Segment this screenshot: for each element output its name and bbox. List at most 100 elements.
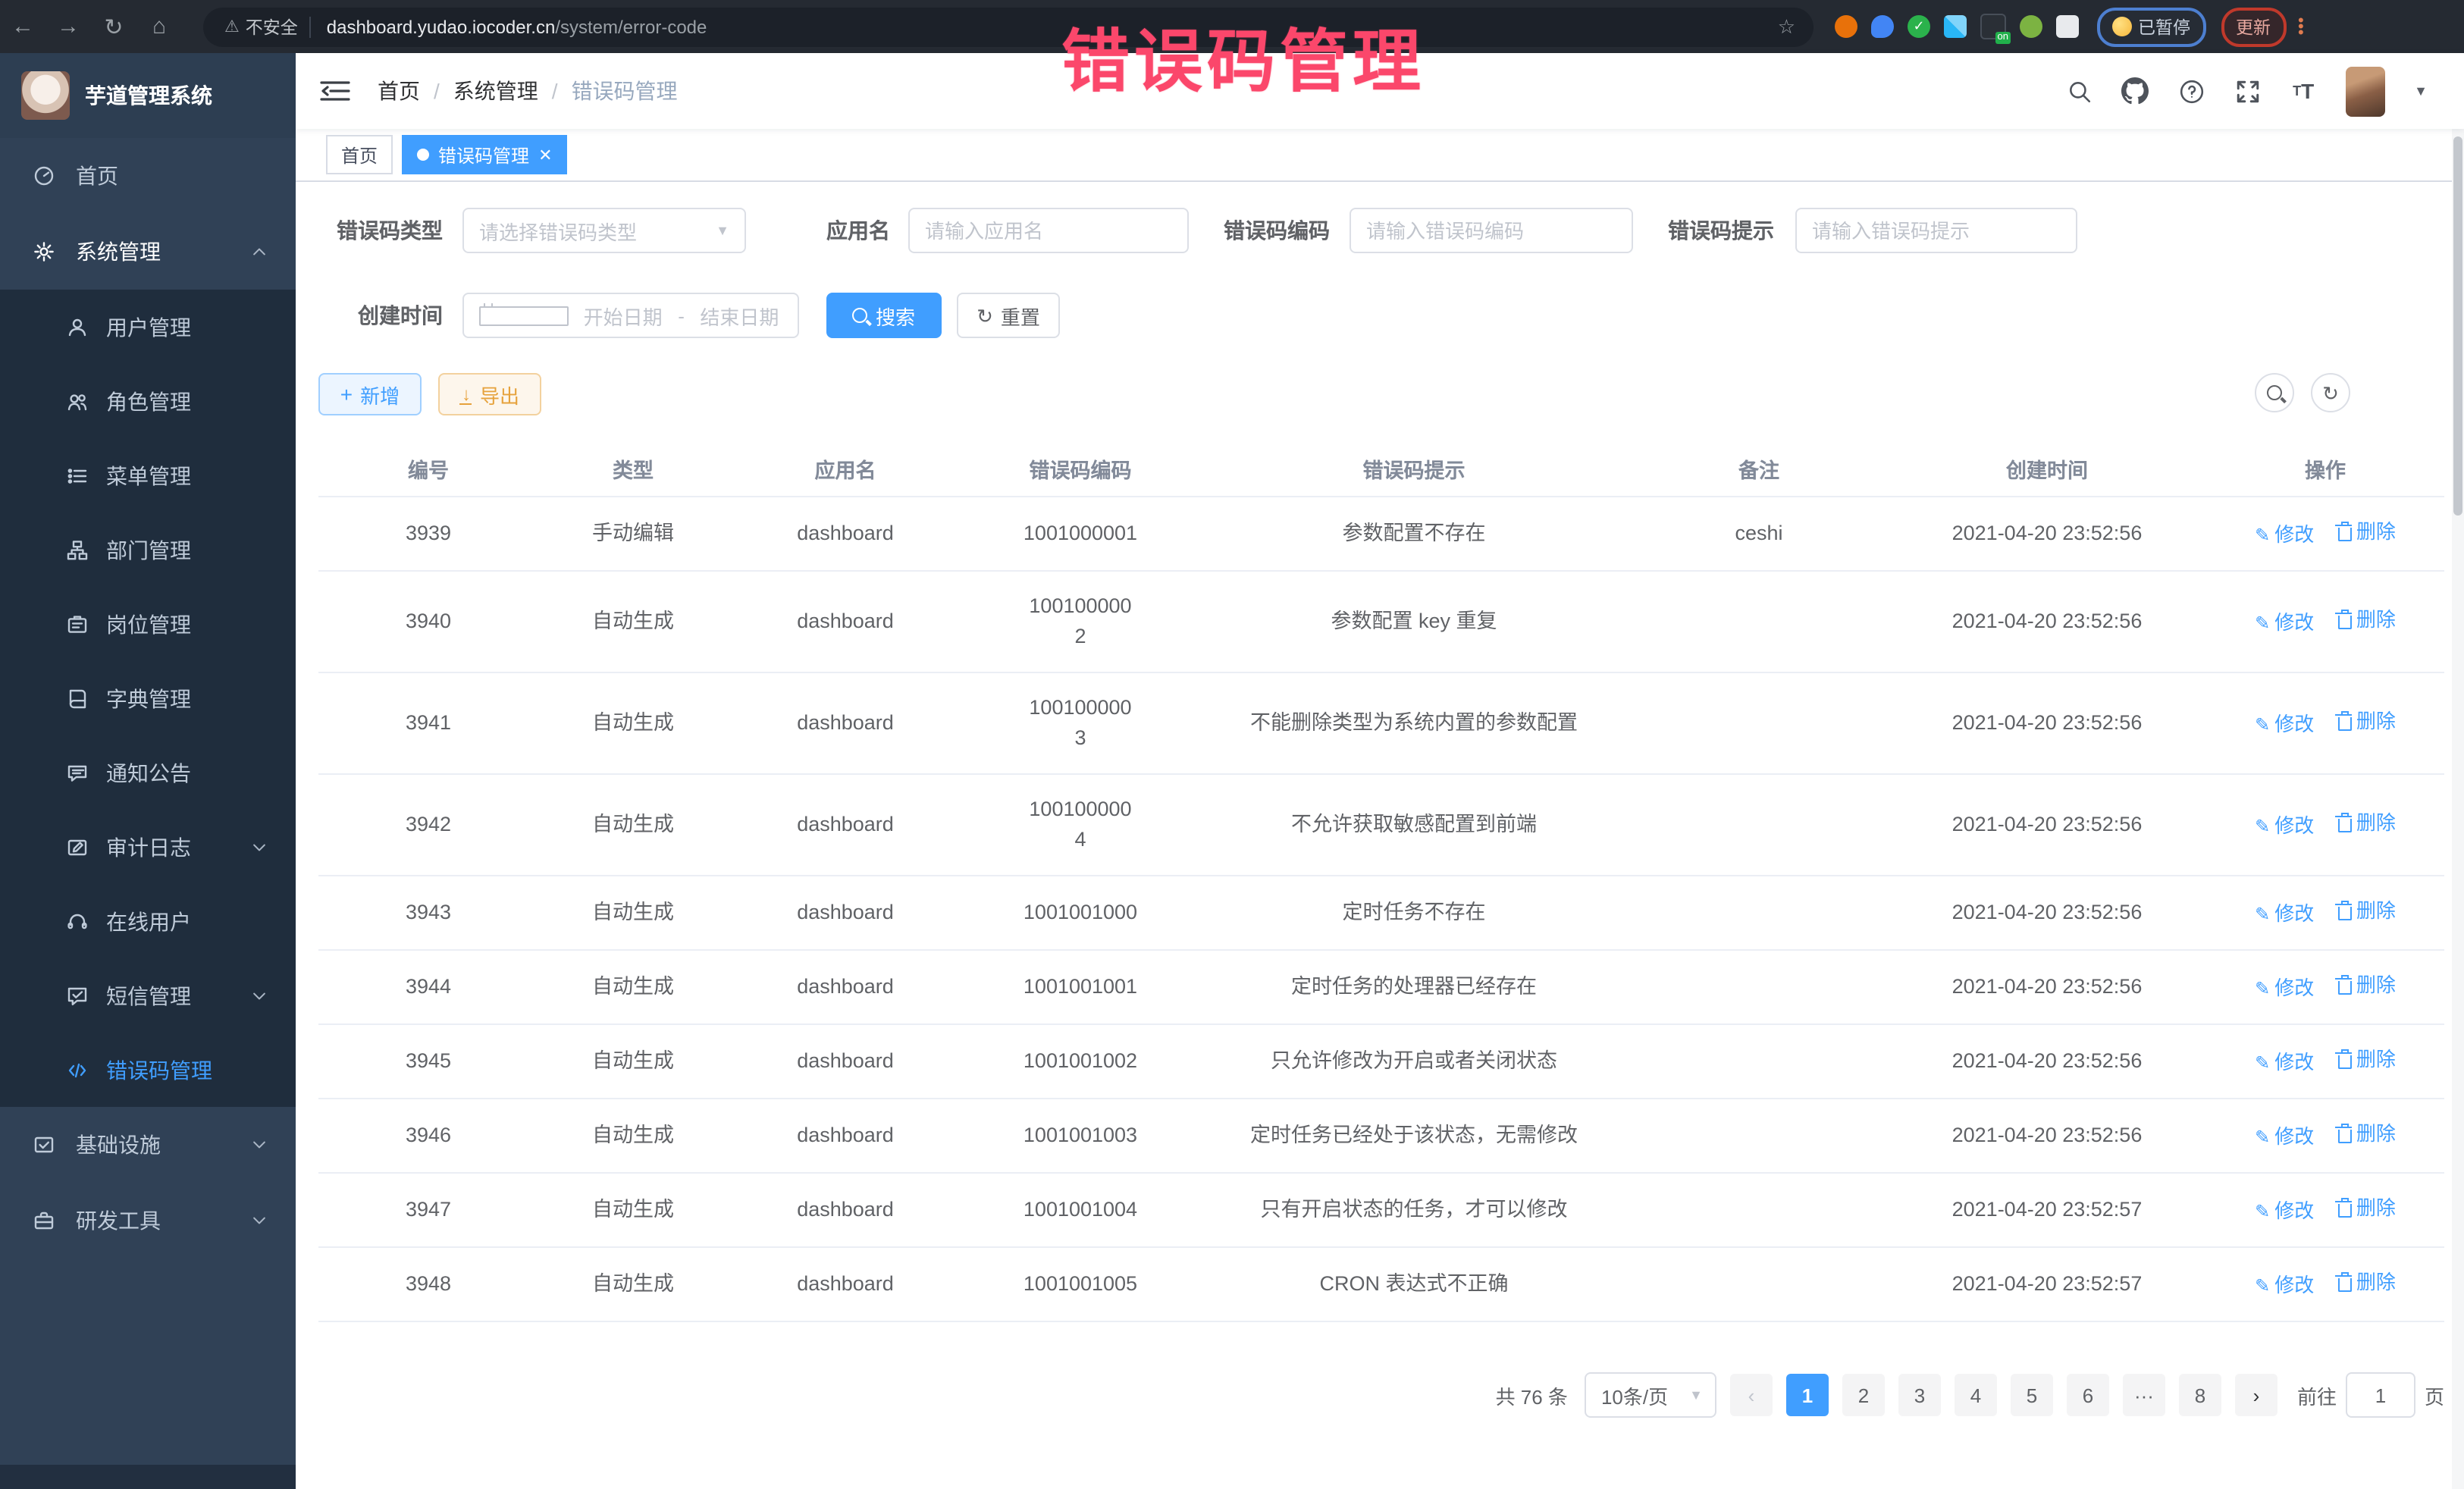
sidebar-item-error-code[interactable]: 错误码管理 — [0, 1033, 296, 1107]
update-button[interactable]: 更新 — [2221, 7, 2286, 46]
extension-icon-green-check[interactable]: ✓ — [1908, 15, 1930, 38]
page-button-3[interactable]: 3 — [1898, 1374, 1941, 1416]
start-date-placeholder[interactable]: 开始日期 — [580, 301, 666, 330]
edit-link[interactable]: ✎修改 — [2255, 710, 2314, 740]
trash-icon — [2338, 907, 2352, 920]
extension-icon-blue-drop[interactable] — [1871, 15, 1894, 38]
extension-icon-blue-grid[interactable] — [1944, 15, 1967, 38]
page-size-select[interactable]: 10条/页 ▼ — [1585, 1372, 1716, 1418]
delete-link[interactable]: 删除 — [2338, 896, 2396, 926]
page-button-4[interactable]: 4 — [1955, 1374, 1997, 1416]
browser-back-icon[interactable]: ← — [0, 14, 45, 39]
collapse-sidebar-icon[interactable] — [320, 79, 350, 103]
error-type-select[interactable]: 请选择错误码类型 ▼ — [462, 208, 746, 253]
create-time-range-picker[interactable]: 开始日期 - 结束日期 — [462, 293, 799, 338]
sidebar-item-notices[interactable]: 通知公告 — [0, 735, 296, 810]
edit-link[interactable]: ✎修改 — [2255, 973, 2314, 1004]
edit-link[interactable]: ✎修改 — [2255, 1048, 2314, 1078]
delete-link[interactable]: 删除 — [2338, 808, 2396, 839]
edit-link[interactable]: ✎修改 — [2255, 608, 2314, 638]
reset-button[interactable]: ↻ 重置 — [957, 293, 1060, 338]
address-bar[interactable]: ⚠ 不安全 dashboard.yudao.iocoder.cn /system… — [203, 7, 1814, 46]
edit-link[interactable]: ✎修改 — [2255, 1196, 2314, 1227]
export-button[interactable]: ↓ 导出 — [438, 373, 541, 415]
delete-link[interactable]: 删除 — [2338, 1193, 2396, 1224]
edit-link[interactable]: ✎修改 — [2255, 520, 2314, 550]
delete-link[interactable]: 删除 — [2338, 970, 2396, 1001]
goto-page-input[interactable] — [2346, 1372, 2415, 1418]
emoji-face-icon — [2112, 17, 2132, 36]
sidebar-item-departments[interactable]: 部门管理 — [0, 513, 296, 587]
edit-link[interactable]: ✎修改 — [2255, 1271, 2314, 1301]
browser-menu-icon[interactable]: ••• — [2298, 17, 2304, 36]
sidebar-item-home[interactable]: 首页 — [0, 138, 296, 214]
delete-link[interactable]: 删除 — [2338, 605, 2396, 635]
extension-icon-list[interactable]: on — [1980, 14, 2006, 39]
delete-link[interactable]: 删除 — [2338, 517, 2396, 547]
error-msg-input[interactable] — [1795, 208, 2077, 253]
close-tab-icon[interactable]: ✕ — [538, 145, 552, 165]
trash-icon — [2338, 717, 2352, 731]
sidebar-item-users[interactable]: 用户管理 — [0, 290, 296, 364]
logo[interactable]: 芋道管理系统 — [0, 53, 296, 138]
error-code-input[interactable] — [1350, 208, 1633, 253]
refresh-table-button[interactable]: ↻ — [2311, 373, 2350, 412]
breadcrumb-home[interactable]: 首页 — [378, 76, 420, 106]
next-page-button[interactable]: › — [2235, 1374, 2277, 1416]
paused-badge[interactable]: 已暂停 — [2097, 7, 2205, 46]
github-icon[interactable] — [2121, 77, 2149, 105]
breadcrumb-system: 系统管理 — [453, 76, 538, 106]
col-time: 创建时间 — [1888, 441, 2206, 497]
browser-forward-icon[interactable]: → — [45, 14, 91, 39]
page-button-5[interactable]: 5 — [2011, 1374, 2053, 1416]
page-button-2[interactable]: 2 — [1842, 1374, 1885, 1416]
sidebar-item-dictionary[interactable]: 字典管理 — [0, 661, 296, 735]
add-button[interactable]: + 新增 — [318, 373, 422, 415]
tab-error-code[interactable]: 错误码管理 ✕ — [402, 135, 567, 174]
sidebar-item-dev-tools[interactable]: 研发工具 — [0, 1183, 296, 1259]
delete-link[interactable]: 删除 — [2338, 1045, 2396, 1075]
delete-link[interactable]: 删除 — [2338, 707, 2396, 737]
sidebar-item-infrastructure[interactable]: 基础设施 — [0, 1107, 296, 1183]
extensions-puzzle-icon[interactable] — [2056, 15, 2079, 38]
screen: ← → ↻ ⌂ ⚠ 不安全 dashboard.yudao.iocoder.cn… — [0, 0, 2464, 1489]
pagination: 共 76 条 10条/页 ▼ ‹ 1 2 3 4 5 6 ··· 8 › — [1496, 1372, 2444, 1418]
extension-icon-orange[interactable] — [1835, 15, 1857, 38]
help-icon[interactable] — [2177, 77, 2205, 105]
sidebar-item-system[interactable]: 系统管理 — [0, 214, 296, 290]
sidebar-item-sms[interactable]: 短信管理 — [0, 958, 296, 1033]
more-pages-button[interactable]: ··· — [2123, 1374, 2165, 1416]
edit-link[interactable]: ✎修改 — [2255, 1122, 2314, 1152]
page-button-1[interactable]: 1 — [1786, 1374, 1829, 1416]
delete-link[interactable]: 删除 — [2338, 1119, 2396, 1149]
fullscreen-icon[interactable] — [2234, 77, 2261, 105]
edit-link[interactable]: ✎修改 — [2255, 899, 2314, 929]
header-search-icon[interactable] — [2065, 77, 2093, 105]
tab-home[interactable]: 首页 — [326, 135, 393, 174]
avatar-caret-icon[interactable]: ▼ — [2414, 83, 2428, 99]
search-button[interactable]: 搜索 — [826, 293, 942, 338]
show-search-toggle-button[interactable] — [2255, 373, 2294, 412]
browser-home-icon[interactable]: ⌂ — [136, 14, 182, 39]
calendar-icon — [479, 306, 568, 326]
sidebar-item-online-users[interactable]: 在线用户 — [0, 884, 296, 958]
end-date-placeholder[interactable]: 结束日期 — [697, 301, 782, 330]
edit-link[interactable]: ✎修改 — [2255, 811, 2314, 842]
app-name-input[interactable] — [908, 208, 1189, 253]
bookmark-star-icon[interactable]: ☆ — [1778, 14, 1801, 39]
user-avatar[interactable] — [2346, 66, 2385, 116]
page-scrollbar[interactable] — [2452, 53, 2464, 1489]
sidebar-item-menus[interactable]: 菜单管理 — [0, 438, 296, 513]
page-button-8[interactable]: 8 — [2179, 1374, 2221, 1416]
extension-icon-green-key[interactable] — [2020, 15, 2042, 38]
refresh-icon: ↻ — [977, 306, 993, 325]
browser-reload-icon[interactable]: ↻ — [91, 13, 136, 40]
delete-link[interactable]: 删除 — [2338, 1268, 2396, 1298]
sidebar-item-audit-log[interactable]: 审计日志 — [0, 810, 296, 884]
sidebar-item-roles[interactable]: 角色管理 — [0, 364, 296, 438]
prev-page-button[interactable]: ‹ — [1730, 1374, 1773, 1416]
scrollbar-thumb[interactable] — [2453, 136, 2462, 516]
font-size-icon[interactable]: TT — [2290, 77, 2317, 105]
page-button-6[interactable]: 6 — [2067, 1374, 2109, 1416]
sidebar-item-posts[interactable]: 岗位管理 — [0, 587, 296, 661]
